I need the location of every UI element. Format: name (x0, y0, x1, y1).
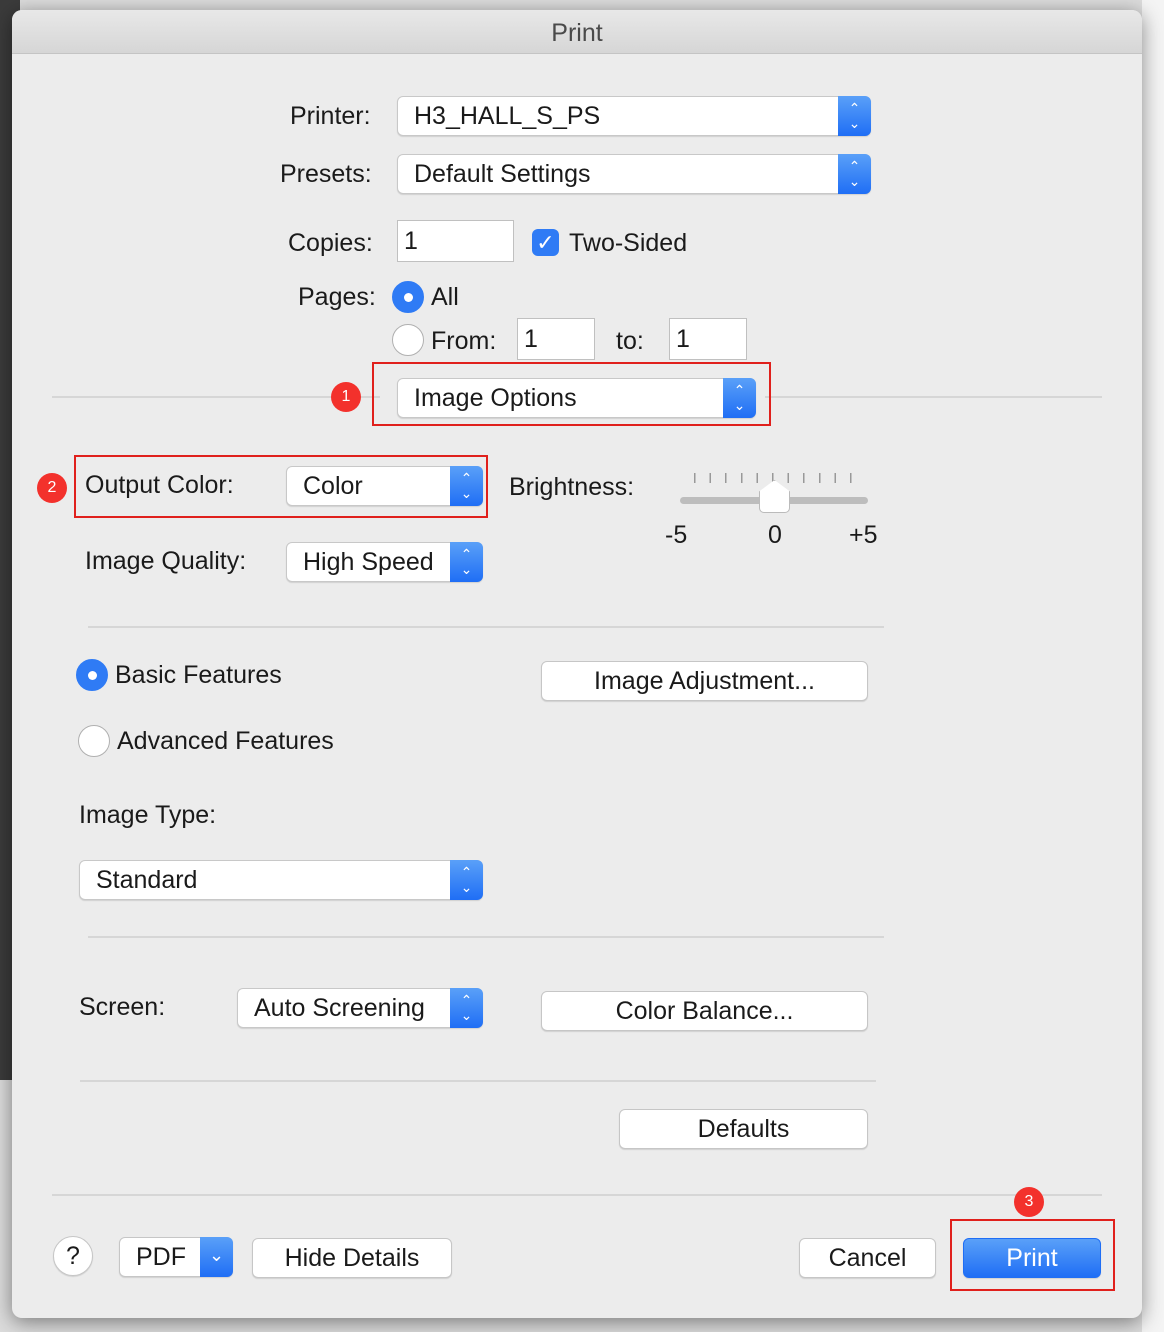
chevron-updown-icon: ⌃ ⌄ (450, 542, 483, 582)
screen-value: Auto Screening (254, 994, 425, 1022)
printer-select[interactable]: H3_HALL_S_PS ⌃ ⌄ (397, 96, 871, 136)
brightness-min: -5 (665, 521, 688, 549)
brightness-max: +5 (849, 521, 878, 549)
advanced-features-label: Advanced Features (117, 727, 334, 755)
image-adjustment-button[interactable]: Image Adjustment... (541, 661, 868, 701)
presets-value: Default Settings (414, 160, 591, 188)
highlight-box-2 (74, 455, 488, 518)
dialog-title: Print (12, 10, 1142, 54)
cancel-button[interactable]: Cancel (799, 1238, 936, 1278)
copies-input[interactable]: 1 (397, 220, 514, 262)
divider (88, 936, 884, 938)
chevron-updown-icon: ⌃ ⌄ (450, 860, 483, 900)
color-balance-button[interactable]: Color Balance... (541, 991, 868, 1031)
basic-features-radio[interactable] (76, 659, 108, 691)
image-quality-label: Image Quality: (85, 547, 247, 575)
divider (88, 626, 884, 628)
two-sided-label: Two-Sided (569, 229, 688, 257)
printer-value: H3_HALL_S_PS (414, 102, 601, 130)
advanced-features-radio[interactable] (78, 725, 110, 757)
image-quality-select[interactable]: High Speed ⌃ ⌄ (286, 542, 483, 582)
defaults-button[interactable]: Defaults (619, 1109, 868, 1149)
pages-label: Pages: (298, 283, 376, 311)
pages-from-radio[interactable] (392, 324, 424, 356)
hide-details-button[interactable]: Hide Details (252, 1238, 452, 1278)
brightness-label: Brightness: (509, 473, 635, 501)
chevron-updown-icon: ⌃ ⌄ (450, 988, 483, 1028)
copies-label: Copies: (288, 229, 373, 257)
chevron-down-icon: ⌄ (200, 1237, 233, 1277)
image-type-value: Standard (96, 866, 198, 894)
annotation-badge-3: 3 (1014, 1187, 1044, 1217)
annotation-badge-1: 1 (331, 382, 361, 412)
presets-label: Presets: (280, 160, 372, 188)
background-window-right (1142, 0, 1164, 1332)
image-type-select[interactable]: Standard ⌃ ⌄ (79, 860, 483, 900)
highlight-box-1 (372, 362, 771, 426)
pages-to-input[interactable]: 1 (669, 318, 747, 360)
pdf-menu-button[interactable]: PDF ⌄ (119, 1237, 233, 1277)
screen-label: Screen: (79, 993, 166, 1021)
image-quality-value: High Speed (303, 548, 434, 576)
pages-all-radio[interactable] (392, 281, 424, 313)
divider (80, 1080, 876, 1082)
two-sided-checkbox[interactable]: ✓ (532, 229, 559, 256)
pages-to-label: to: (616, 327, 644, 355)
pages-from-label: From: (431, 327, 497, 355)
help-button[interactable]: ? (53, 1236, 93, 1276)
presets-select[interactable]: Default Settings ⌃ ⌄ (397, 154, 871, 194)
highlight-box-3 (950, 1219, 1115, 1291)
brightness-mid: 0 (768, 521, 782, 549)
pages-from-input[interactable]: 1 (517, 318, 595, 360)
annotation-badge-2: 2 (37, 473, 67, 503)
printer-label: Printer: (290, 102, 371, 130)
screen-select[interactable]: Auto Screening ⌃ ⌄ (237, 988, 483, 1028)
chevron-updown-icon: ⌃ ⌄ (838, 154, 871, 194)
image-type-label: Image Type: (79, 801, 217, 829)
basic-features-label: Basic Features (115, 661, 282, 689)
pages-all-label: All (431, 283, 459, 311)
divider (52, 1194, 1102, 1196)
chevron-updown-icon: ⌃ ⌄ (838, 96, 871, 136)
pdf-label: PDF (136, 1243, 186, 1271)
